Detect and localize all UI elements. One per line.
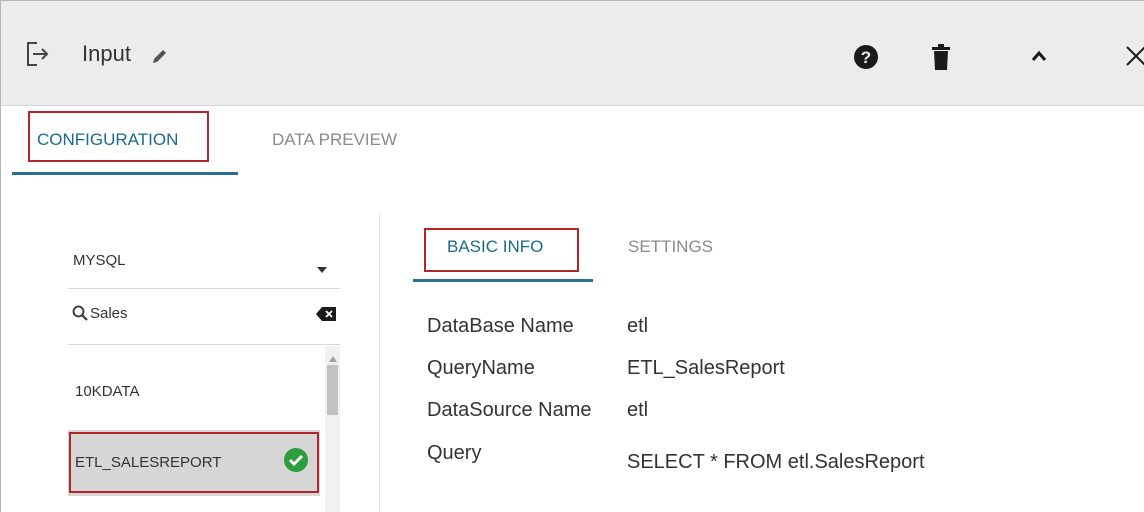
search-input[interactable]: Sales bbox=[90, 305, 128, 322]
database-name-value: etl bbox=[627, 315, 649, 337]
trash-icon[interactable] bbox=[931, 44, 951, 75]
panel-divider bbox=[379, 213, 380, 512]
svg-text:?: ? bbox=[861, 48, 871, 67]
database-select[interactable]: MYSQL bbox=[73, 252, 126, 269]
query-name-value: ETL_SalesReport bbox=[627, 357, 785, 379]
search-icon bbox=[72, 305, 88, 326]
database-name-label: DataBase Name bbox=[427, 315, 574, 337]
caret-down-icon[interactable] bbox=[316, 261, 328, 279]
datasource-name-label: DataSource Name bbox=[427, 399, 592, 421]
close-icon[interactable] bbox=[1125, 45, 1144, 72]
query-value: SELECT * FROM etl.SalesReport bbox=[627, 451, 925, 473]
pencil-icon[interactable] bbox=[151, 47, 169, 70]
active-subtab-indicator bbox=[413, 279, 593, 282]
help-icon[interactable]: ? bbox=[853, 44, 879, 75]
active-tab-indicator bbox=[12, 172, 238, 175]
list-item[interactable]: 10KDATA bbox=[75, 383, 139, 400]
highlight-box-basic-info bbox=[424, 228, 579, 272]
chevron-up-icon[interactable] bbox=[1031, 49, 1047, 67]
divider bbox=[68, 288, 340, 289]
tab-settings[interactable]: SETTINGS bbox=[628, 237, 713, 257]
datasource-name-value: etl bbox=[627, 399, 649, 421]
scrollbar-thumb[interactable] bbox=[327, 365, 338, 415]
highlight-box-selected-item bbox=[69, 432, 319, 493]
input-icon bbox=[25, 40, 51, 73]
query-label: Query bbox=[427, 442, 482, 464]
highlight-box-configuration bbox=[28, 111, 209, 162]
tab-data-preview[interactable]: DATA PREVIEW bbox=[272, 130, 397, 150]
query-name-label: QueryName bbox=[427, 357, 535, 379]
panel-header: Input ? bbox=[1, 1, 1144, 106]
clear-search-icon[interactable] bbox=[316, 307, 336, 326]
panel-title: Input bbox=[82, 41, 131, 66]
divider bbox=[68, 344, 340, 345]
